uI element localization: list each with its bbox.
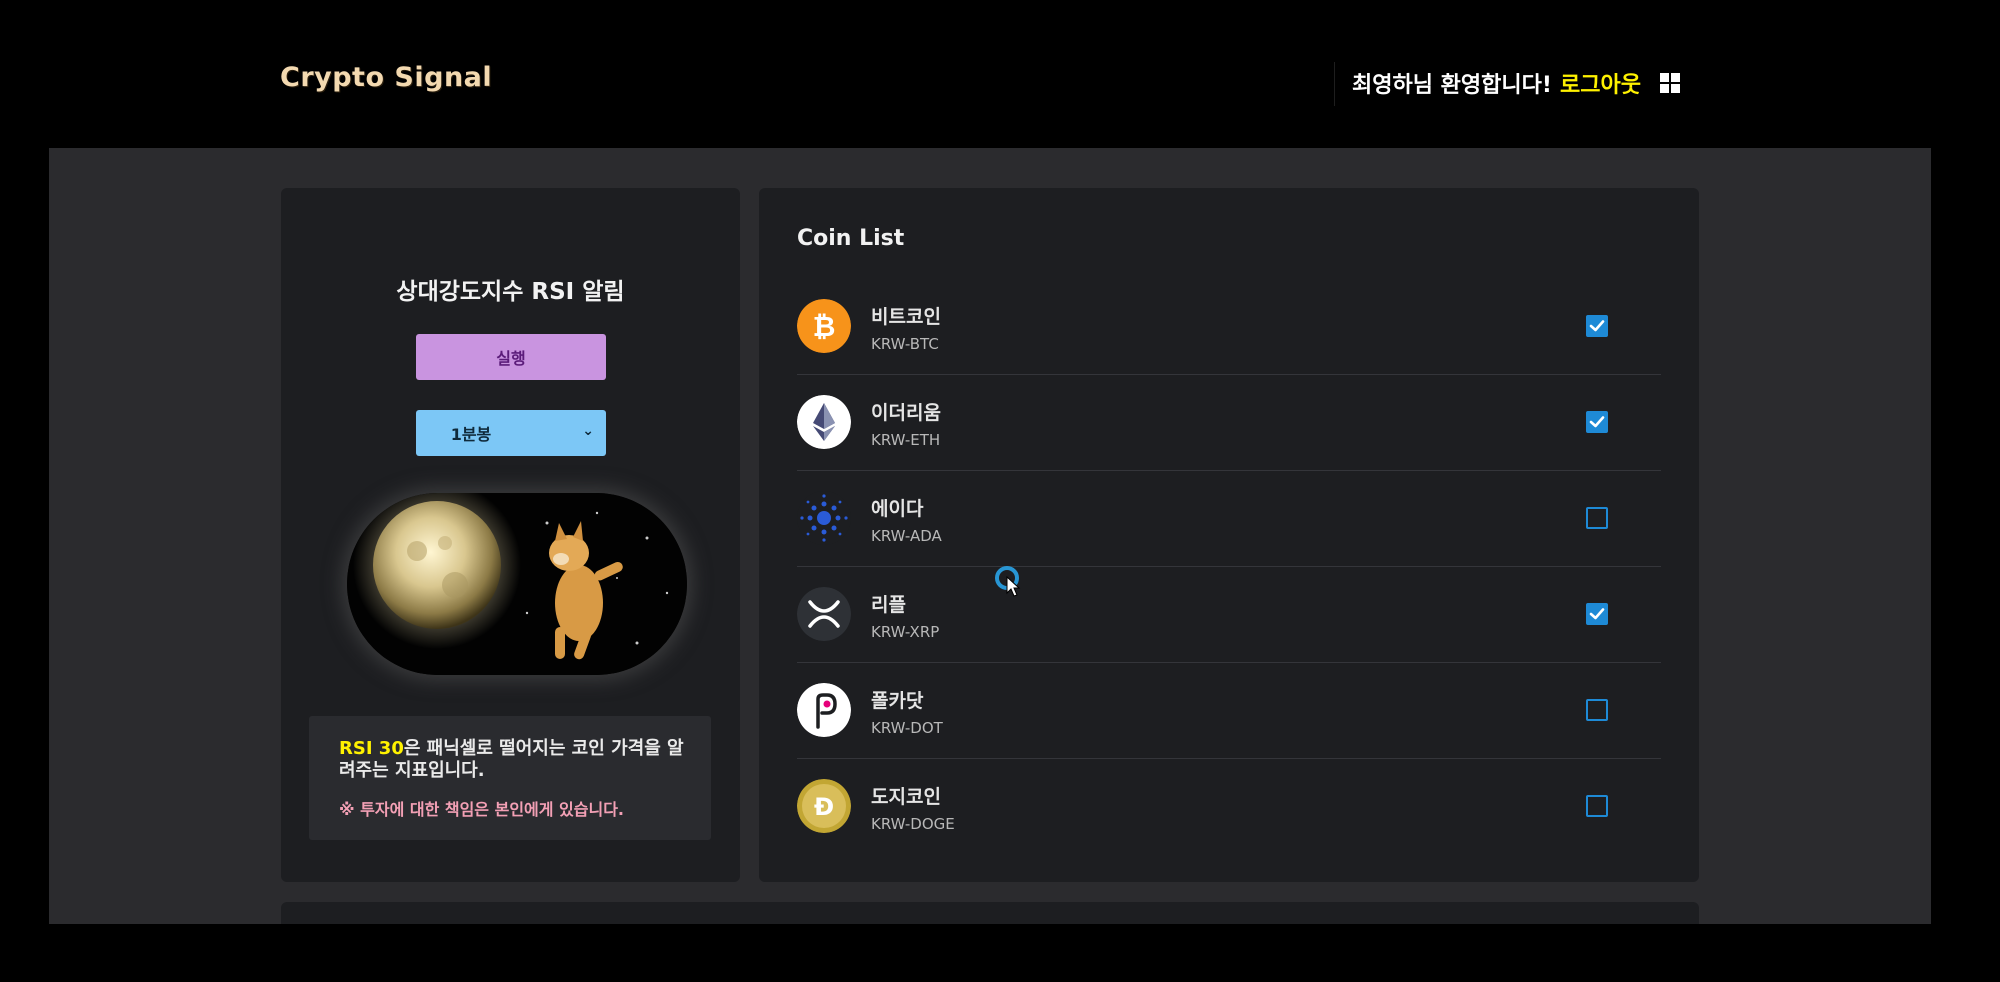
logout-link[interactable]: 로그아웃 [1560,67,1641,99]
checkmark-icon [1589,608,1605,620]
polkadot-icon [797,683,851,737]
doge-moon-illustration [347,493,687,675]
rsi-info-box: RSI 30은 패닉셀로 떨어지는 코인 가격을 알려주는 지표입니다. ※ 투… [309,716,711,840]
coin-name: 리플 [871,594,906,616]
coin-row-eth[interactable]: 이더리움 KRW-ETH [797,374,1661,471]
interval-selected-value: 1분봉 [450,425,492,444]
coin-code: KRW-DOT [871,719,943,737]
coin-checkbox-eth[interactable] [1586,411,1608,433]
dogecoin-icon: Ð [797,779,851,833]
rsi-highlight: RSI 30 [339,738,404,759]
coin-checkbox-ada[interactable] [1586,507,1608,529]
svg-text:₿: ₿ [813,310,836,343]
coin-checkbox-doge[interactable] [1586,795,1608,817]
coin-code: KRW-DOGE [871,815,955,833]
coin-name: 에이다 [871,498,924,520]
grid-menu-icon[interactable] [1660,73,1680,93]
coin-name: 폴카닷 [871,690,924,712]
header-divider [1334,62,1335,106]
coin-list-panel: Coin List ₿ 비트코인 KRW-BTC 이더리움 KRW-ETH 에이… [759,188,1699,882]
next-panel-edge [281,902,1699,924]
coin-checkbox-dot[interactable] [1586,699,1608,721]
svg-text:Ð: Ð [814,793,834,821]
coin-code: KRW-XRP [871,623,940,641]
coin-checkbox-btc[interactable] [1586,315,1608,337]
coin-code: KRW-BTC [871,335,939,353]
coin-row-ada[interactable]: 에이다 KRW-ADA [797,470,1661,567]
main-content: 상대강도지수 RSI 알림 실행 1분봉 ⌄ RSI 30은 패닉셀로 떨어지는… [49,148,1931,924]
top-header: Crypto Signal 최영하님 환영합니다! 로그아웃 [0,0,2000,148]
coin-code: KRW-ETH [871,431,941,449]
rsi-alert-panel: 상대강도지수 RSI 알림 실행 1분봉 ⌄ RSI 30은 패닉셀로 떨어지는… [281,188,740,882]
interval-select[interactable]: 1분봉 ⌄ [416,410,606,456]
checkmark-icon [1589,320,1605,332]
cardano-icon [797,491,851,545]
rsi-description: RSI 30은 패닉셀로 떨어지는 코인 가격을 알려주는 지표입니다. [339,738,689,782]
coin-row-dot[interactable]: 폴카닷 KRW-DOT [797,662,1661,759]
coin-row-xrp[interactable]: 리플 KRW-XRP [797,566,1661,663]
investment-warning: ※ 투자에 대한 책임은 본인에게 있습니다. [339,800,625,819]
coin-name: 도지코인 [871,786,941,808]
coin-list-title: Coin List [797,226,905,251]
checkmark-icon [1589,416,1605,428]
panel-title: 상대강도지수 RSI 알림 [396,279,625,305]
coin-name: 이더리움 [871,402,941,424]
coin-code: KRW-ADA [871,527,942,545]
coin-row-doge[interactable]: Ð 도지코인 KRW-DOGE [797,758,1661,854]
chevron-down-icon: ⌄ [582,423,594,439]
brand-logo[interactable]: Crypto Signal [280,62,492,93]
run-button[interactable]: 실행 [416,334,606,380]
welcome-message: 최영하님 환영합니다! [1352,73,1552,98]
coin-row-btc[interactable]: ₿ 비트코인 KRW-BTC [797,278,1661,375]
xrp-icon [797,587,851,641]
coin-checkbox-xrp[interactable] [1586,603,1608,625]
coin-name: 비트코인 [871,306,941,328]
bitcoin-icon: ₿ [797,299,851,353]
ethereum-icon [797,395,851,449]
mouse-cursor-icon [994,565,1024,597]
